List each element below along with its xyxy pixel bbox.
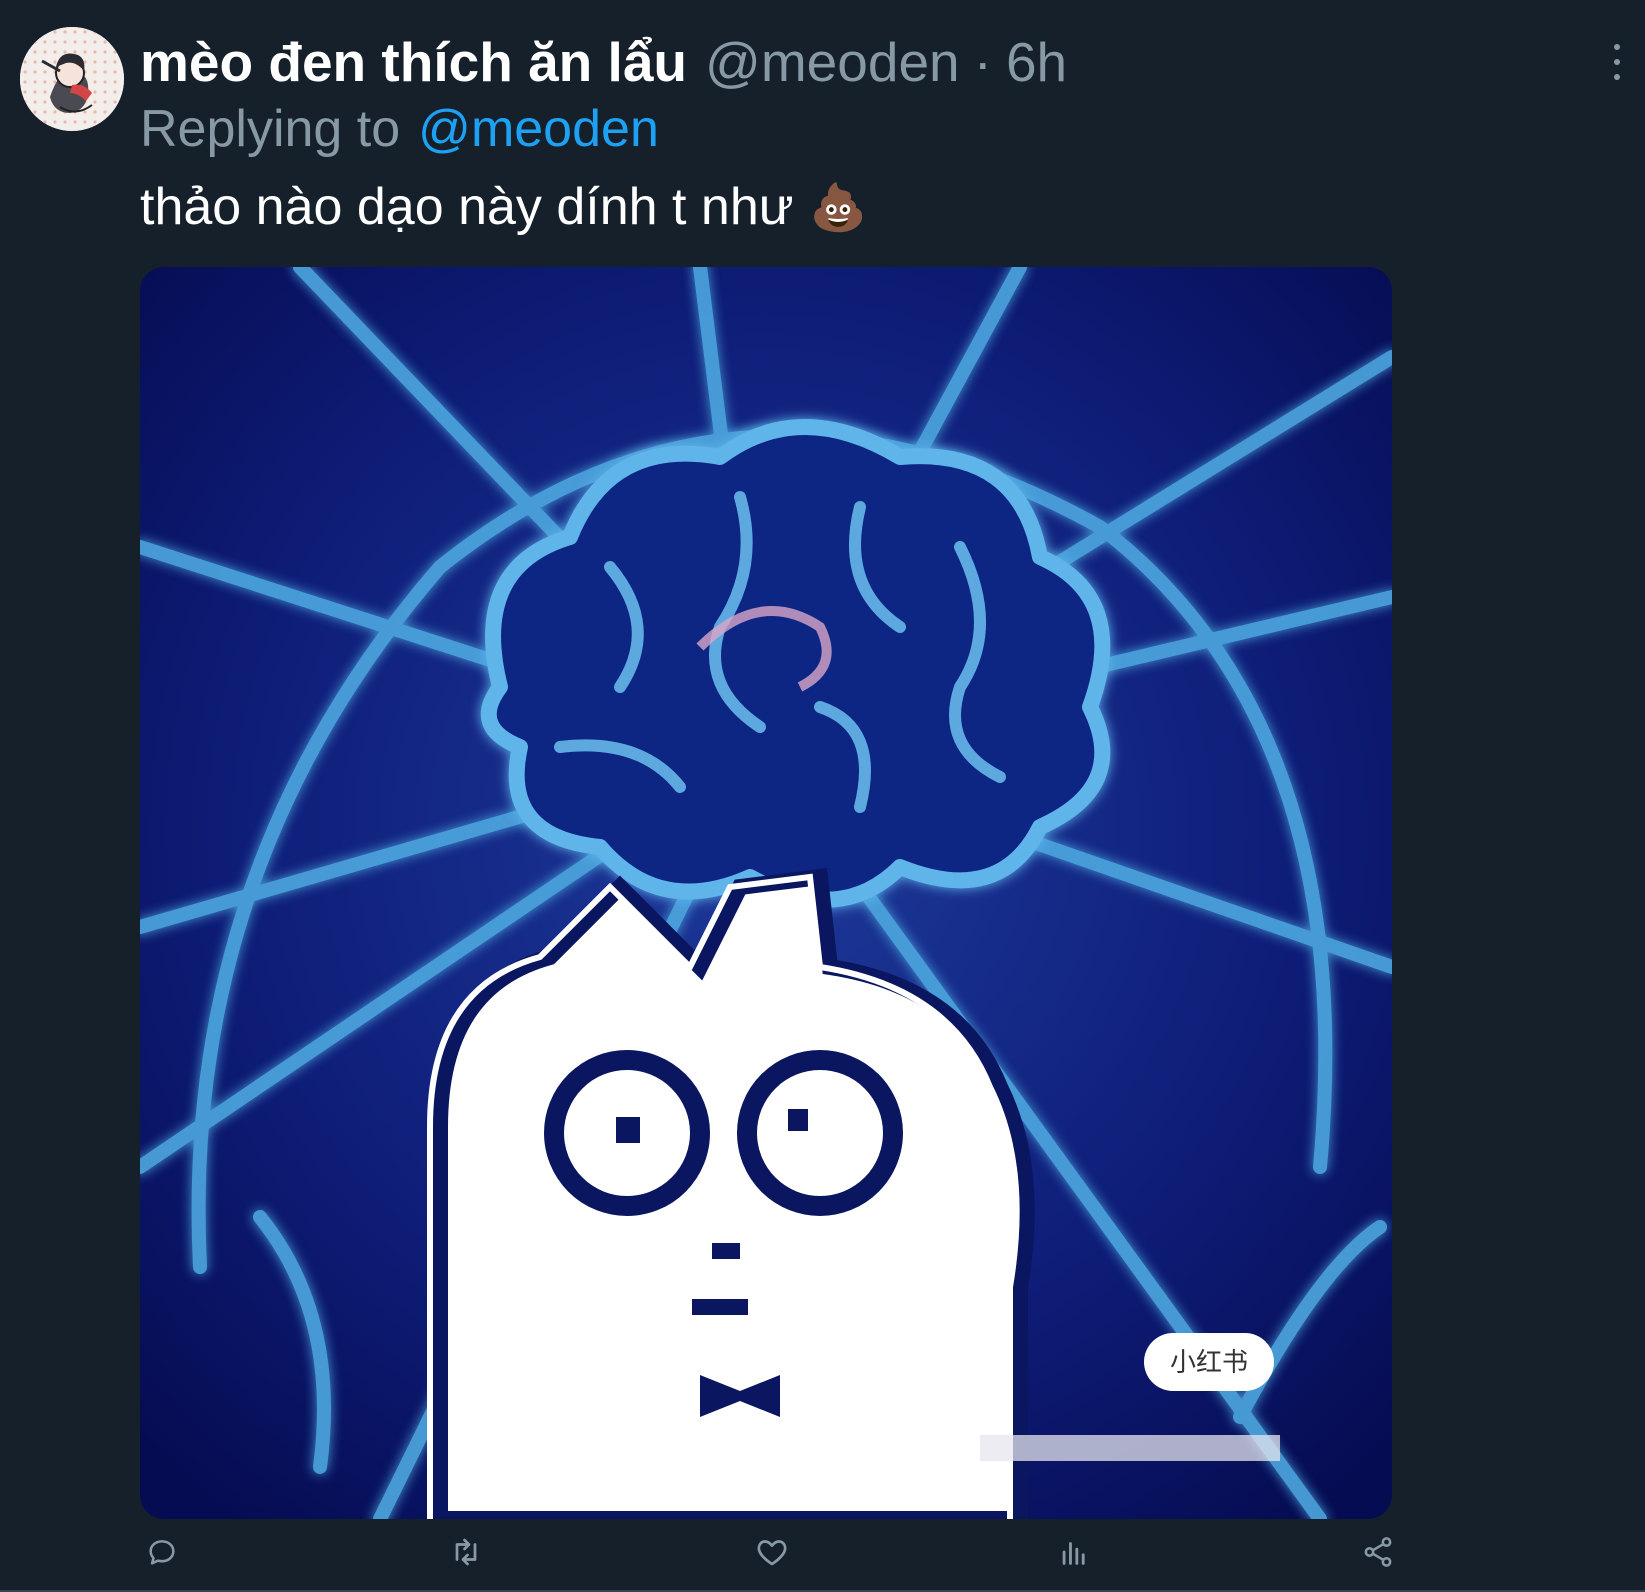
share-icon <box>1364 1537 1392 1567</box>
tweet-media-image[interactable]: 小红书 <box>140 267 1392 1519</box>
poo-emoji-icon: 💩 <box>809 180 867 233</box>
reply-button[interactable] <box>140 1530 184 1574</box>
tweet-text: thảo nào dạo này dính t như 💩 <box>140 172 867 242</box>
replying-to: Replying to @meoden <box>140 96 659 162</box>
avatar[interactable] <box>20 27 124 131</box>
like-icon <box>757 1540 787 1566</box>
author-handle[interactable]: @meoden <box>705 30 960 94</box>
timestamp[interactable]: 6h <box>1006 30 1067 94</box>
more-dot <box>1614 59 1620 65</box>
like-button[interactable] <box>750 1530 794 1574</box>
avatar-image <box>20 27 124 131</box>
replying-to-handle[interactable]: @meoden <box>418 99 659 159</box>
retweet-icon <box>455 1538 477 1566</box>
more-dots-icon <box>1614 44 1620 50</box>
tweet-body: thảo nào dạo này dính t như <box>140 178 794 236</box>
media-watermark: 小红书 <box>1170 1348 1248 1378</box>
separator: · <box>973 31 992 93</box>
reply-icon <box>149 1540 175 1565</box>
cat-brain-image: 小红书 <box>140 267 1392 1519</box>
tweet-header: mèo đen thích ăn lẩu @meoden · 6h <box>140 26 1067 98</box>
display-name[interactable]: mèo đen thích ăn lẩu <box>140 30 687 94</box>
tweet[interactable]: mèo đen thích ăn lẩu @meoden · 6h Replyi… <box>0 0 1645 1592</box>
analytics-button[interactable] <box>1052 1530 1096 1574</box>
more-dot <box>1614 74 1620 80</box>
more-options-button[interactable] <box>1605 44 1629 80</box>
share-button[interactable] <box>1356 1530 1400 1574</box>
tweet-actions <box>140 1530 1400 1574</box>
retweet-button[interactable] <box>444 1530 488 1574</box>
replying-to-label: Replying to <box>140 100 401 158</box>
analytics-icon <box>1062 1542 1085 1565</box>
